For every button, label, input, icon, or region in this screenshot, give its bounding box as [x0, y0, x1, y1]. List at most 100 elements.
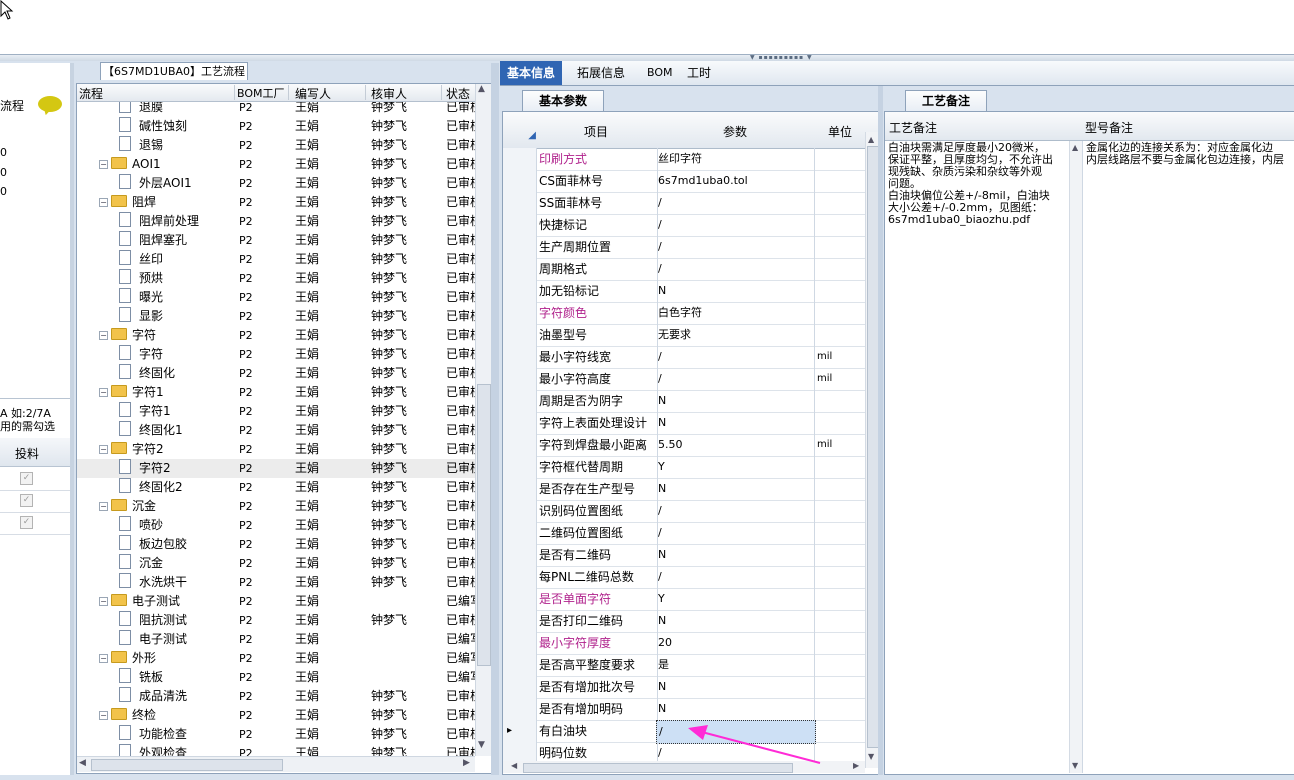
tree-node[interactable]: 外层AOI1 — [119, 174, 192, 193]
param-row[interactable]: 每PNL二维码总数 / — [503, 566, 865, 589]
scroll-left-icon[interactable]: ◀ — [511, 761, 517, 770]
tree-row[interactable]: 预烘 P2 王娟 钟梦飞 已审核 — [77, 269, 475, 288]
tree-row[interactable]: 电子测试 P2 王娟 已编写 — [77, 630, 475, 649]
tree-row[interactable]: 字符 P2 王娟 钟梦飞 已审核 — [77, 345, 475, 364]
collapse-icon[interactable]: − — [99, 711, 108, 720]
col-header-item[interactable]: 项目 — [537, 123, 655, 140]
row-indicator[interactable] — [503, 632, 537, 654]
tree-row[interactable]: 喷砂 P2 王娟 钟梦飞 已审核 — [77, 516, 475, 535]
param-value[interactable]: N — [656, 676, 815, 698]
param-row[interactable]: 字符颜色 白色字符 — [503, 302, 865, 325]
param-value[interactable]: N — [656, 544, 815, 566]
tree-row[interactable]: 终固化1 P2 王娟 钟梦飞 已审核 — [77, 421, 475, 440]
param-row[interactable]: 是否存在生产型号 N — [503, 478, 865, 501]
param-value[interactable]: 是 — [656, 654, 815, 676]
collapse-icon[interactable]: − — [99, 654, 108, 663]
scroll-up-icon[interactable]: ▲ — [868, 135, 874, 144]
param-value[interactable]: / — [656, 368, 815, 390]
row-indicator[interactable] — [503, 434, 537, 456]
row-indicator[interactable] — [503, 170, 537, 192]
row-indicator[interactable] — [503, 412, 537, 434]
tree-vertical-scrollbar[interactable]: ▲ ▼ — [475, 84, 491, 756]
param-row[interactable]: 加无铅标记 N — [503, 280, 865, 303]
collapse-icon[interactable]: − — [99, 198, 108, 207]
col-header-unit[interactable]: 单位 — [815, 123, 865, 140]
param-value[interactable]: N — [656, 390, 815, 412]
tree-hscroll-thumb[interactable] — [91, 759, 283, 771]
param-row[interactable]: 最小字符厚度 20 — [503, 632, 865, 655]
param-value[interactable]: / — [656, 346, 815, 368]
tree-node[interactable]: 板边包胶 — [119, 535, 187, 554]
param-row[interactable]: 二维码位置图纸 / — [503, 522, 865, 545]
tree-row[interactable]: 功能检查 P2 王娟 钟梦飞 已审核 — [77, 725, 475, 744]
collapse-icon[interactable]: − — [99, 331, 108, 340]
tree-row[interactable]: − 终检 P2 王娟 钟梦飞 已审核 — [77, 706, 475, 725]
param-row[interactable]: 印刷方式 丝印字符 — [503, 148, 865, 171]
center-splitter[interactable] — [491, 63, 499, 775]
param-row[interactable]: 字符到焊盘最小距离 5.50 mil — [503, 434, 865, 457]
scroll-up-icon[interactable]: ▲ — [1072, 143, 1078, 152]
tree-node[interactable]: 丝印 — [119, 250, 163, 269]
collapse-icon[interactable]: − — [99, 445, 108, 454]
param-row[interactable]: 油墨型号 无要求 — [503, 324, 865, 347]
param-value[interactable]: / — [656, 258, 815, 280]
param-value[interactable]: / — [656, 236, 815, 258]
tree-node[interactable]: − 字符 — [99, 326, 156, 345]
param-value[interactable]: / — [656, 566, 815, 588]
param-value[interactable]: 丝印字符 — [656, 148, 815, 170]
tree-node[interactable]: − 字符1 — [99, 383, 164, 402]
param-value[interactable]: N — [656, 610, 815, 632]
row-indicator[interactable] — [503, 610, 537, 632]
param-row[interactable]: 是否打印二维码 N — [503, 610, 865, 633]
col-header-param[interactable]: 参数 — [656, 123, 814, 140]
tree-row[interactable]: 铣板 P2 王娟 已编写 — [77, 668, 475, 687]
tree-node[interactable]: 碱性蚀刻 — [119, 117, 187, 136]
left-panel-splitter[interactable] — [70, 63, 74, 775]
collapse-icon[interactable]: − — [99, 388, 108, 397]
scroll-left-icon[interactable]: ◀ — [79, 758, 86, 768]
col-header-status[interactable]: 状态 — [446, 85, 476, 101]
param-value[interactable]: Y — [656, 588, 815, 610]
param-value[interactable]: / — [656, 214, 815, 236]
tree-node[interactable]: 退膜 — [119, 102, 163, 117]
tree-row[interactable]: 字符2 P2 王娟 钟梦飞 已审核 — [77, 459, 475, 478]
tab-process-notes[interactable]: 工艺备注 — [905, 90, 987, 111]
param-value[interactable]: 无要求 — [656, 324, 815, 346]
tree-row[interactable]: 终固化2 P2 王娟 钟梦飞 已审核 — [77, 478, 475, 497]
param-value[interactable]: / — [656, 522, 815, 544]
col-header-writer[interactable]: 编写人 — [295, 85, 366, 101]
param-row[interactable]: 周期格式 / — [503, 258, 865, 281]
param-row[interactable]: 是否单面字符 Y — [503, 588, 865, 611]
tree-row[interactable]: − 字符2 P2 王娟 钟梦飞 已审核 — [77, 440, 475, 459]
tree-node[interactable]: 曝光 — [119, 288, 163, 307]
scroll-right-icon[interactable]: ▶ — [463, 758, 470, 768]
param-row[interactable]: 识别码位置图纸 / — [503, 500, 865, 523]
tree-node[interactable]: 外观检查 — [119, 744, 187, 756]
tree-node[interactable]: 功能检查 — [119, 725, 187, 744]
tree-node[interactable]: 字符2 — [119, 459, 171, 478]
param-value[interactable]: 6s7md1uba0.tol — [656, 170, 815, 192]
row-indicator[interactable] — [503, 148, 537, 170]
row-indicator[interactable] — [503, 302, 537, 324]
tree-node[interactable]: 电子测试 — [119, 630, 187, 649]
right-splitter[interactable] — [878, 86, 883, 775]
tree-row[interactable]: − 字符 P2 王娟 钟梦飞 已审核 — [77, 326, 475, 345]
tree-horizontal-scrollbar[interactable]: ◀ ▶ — [77, 756, 475, 772]
param-value[interactable]: Y — [656, 456, 815, 478]
row-indicator[interactable] — [503, 676, 537, 698]
param-row[interactable]: 周期是否为阴字 N — [503, 390, 865, 413]
scroll-down-icon[interactable]: ▼ — [478, 740, 485, 750]
tree-row[interactable]: 曝光 P2 王娟 钟梦飞 已审核 — [77, 288, 475, 307]
left-grid-row[interactable]: ✓ — [0, 512, 70, 535]
param-row[interactable]: 生产周期位置 / — [503, 236, 865, 259]
tree-node[interactable]: 显影 — [119, 307, 163, 326]
tree-row[interactable]: 阻焊塞孔 P2 王娟 钟梦飞 已审核 — [77, 231, 475, 250]
tree-node[interactable]: 阻焊前处理 — [119, 212, 199, 231]
tree-row[interactable]: − 外形 P2 王娟 已编写 — [77, 649, 475, 668]
row-indicator[interactable]: ▸ — [503, 720, 537, 742]
feed-checkbox[interactable]: ✓ — [20, 494, 33, 507]
row-indicator[interactable] — [503, 214, 537, 236]
row-indicator[interactable] — [503, 588, 537, 610]
tree-node[interactable]: − 终检 — [99, 706, 156, 725]
tree-node[interactable]: 终固化1 — [119, 421, 183, 440]
